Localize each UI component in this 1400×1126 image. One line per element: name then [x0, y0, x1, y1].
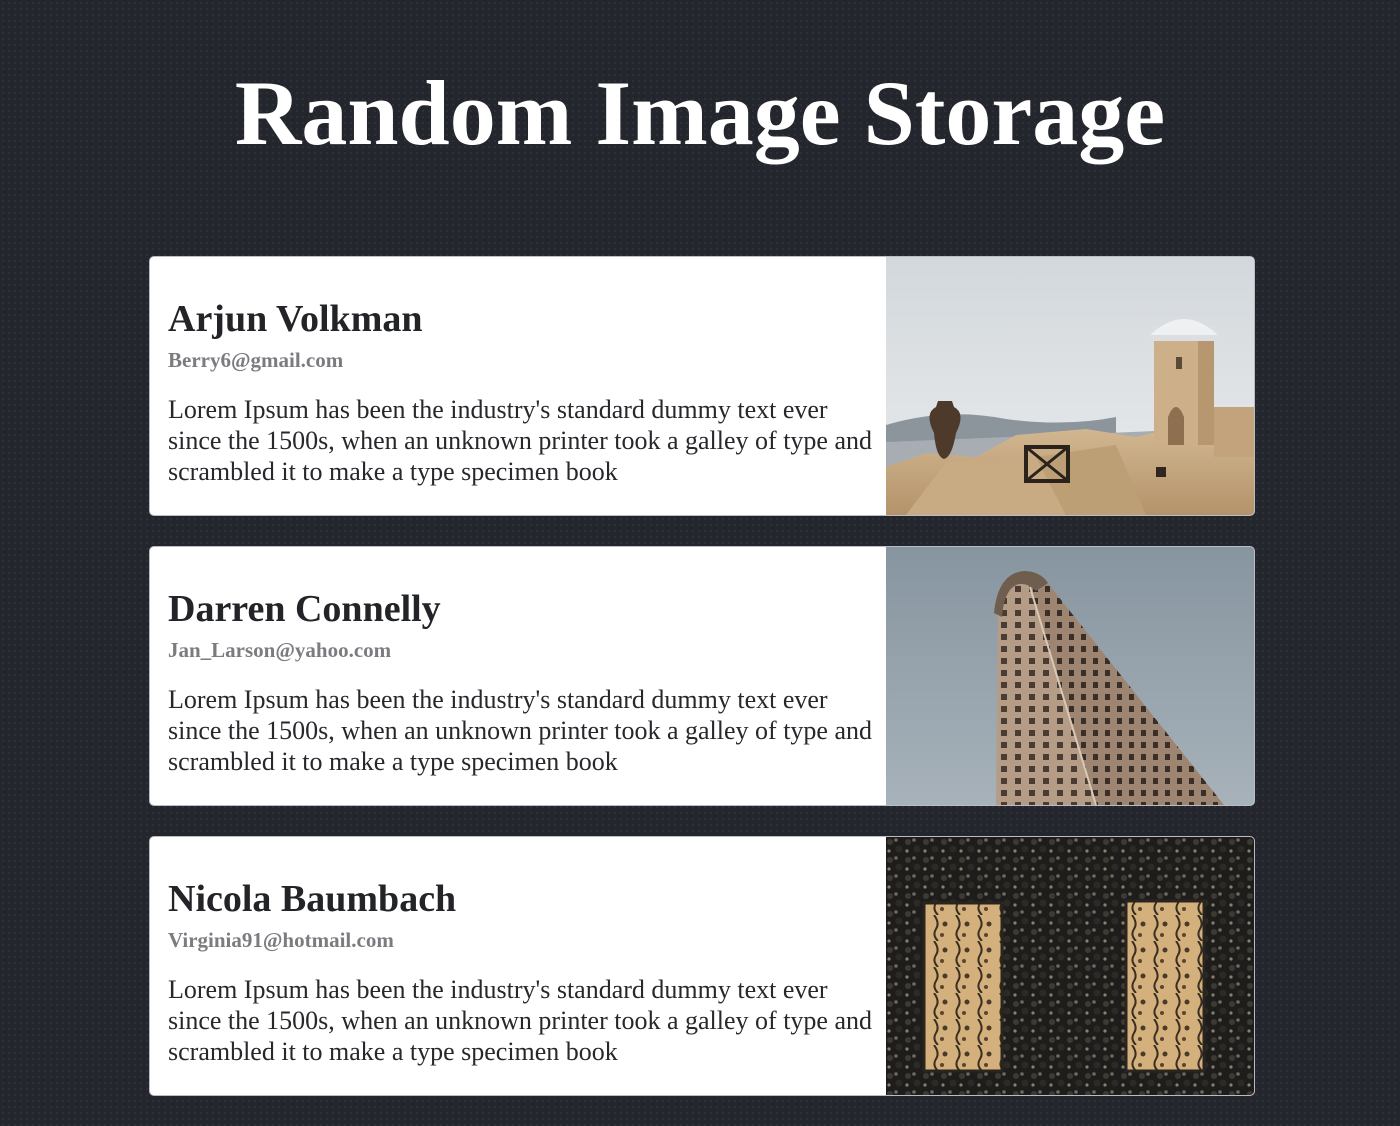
card-name: Nicola Baumbach: [168, 878, 457, 920]
card-description: Lorem Ipsum has been the industry's stan…: [168, 685, 872, 776]
card-name: Arjun Volkman: [168, 298, 423, 340]
profile-card: Nicola Baumbach Virginia91@hotmail.com L…: [149, 836, 1255, 1096]
profile-card: Darren Connelly Jan_Larson@yahoo.com Lor…: [149, 546, 1255, 806]
profile-card: Arjun Volkman Berry6@gmail.com Lorem Ips…: [149, 256, 1255, 516]
card-email: Berry6@gmail.com: [168, 348, 344, 372]
card-list: Arjun Volkman Berry6@gmail.com Lorem Ips…: [149, 256, 1255, 1126]
ivy-covered-windows-photo: [886, 837, 1254, 1095]
white-village-rooftops-photo: [886, 257, 1254, 515]
card-text: Darren Connelly Jan_Larson@yahoo.com Lor…: [168, 585, 878, 777]
card-description: Lorem Ipsum has been the industry's stan…: [168, 975, 872, 1066]
page-title: Random Image Storage: [234, 62, 1166, 164]
card-email: Virginia91@hotmail.com: [168, 928, 394, 952]
card-description: Lorem Ipsum has been the industry's stan…: [168, 395, 872, 486]
card-text: Arjun Volkman Berry6@gmail.com Lorem Ips…: [168, 295, 878, 487]
card-email: Jan_Larson@yahoo.com: [168, 638, 392, 662]
card-name: Darren Connelly: [168, 588, 441, 630]
card-text: Nicola Baumbach Virginia91@hotmail.com L…: [168, 875, 878, 1067]
flatiron-building-photo: [886, 547, 1254, 805]
